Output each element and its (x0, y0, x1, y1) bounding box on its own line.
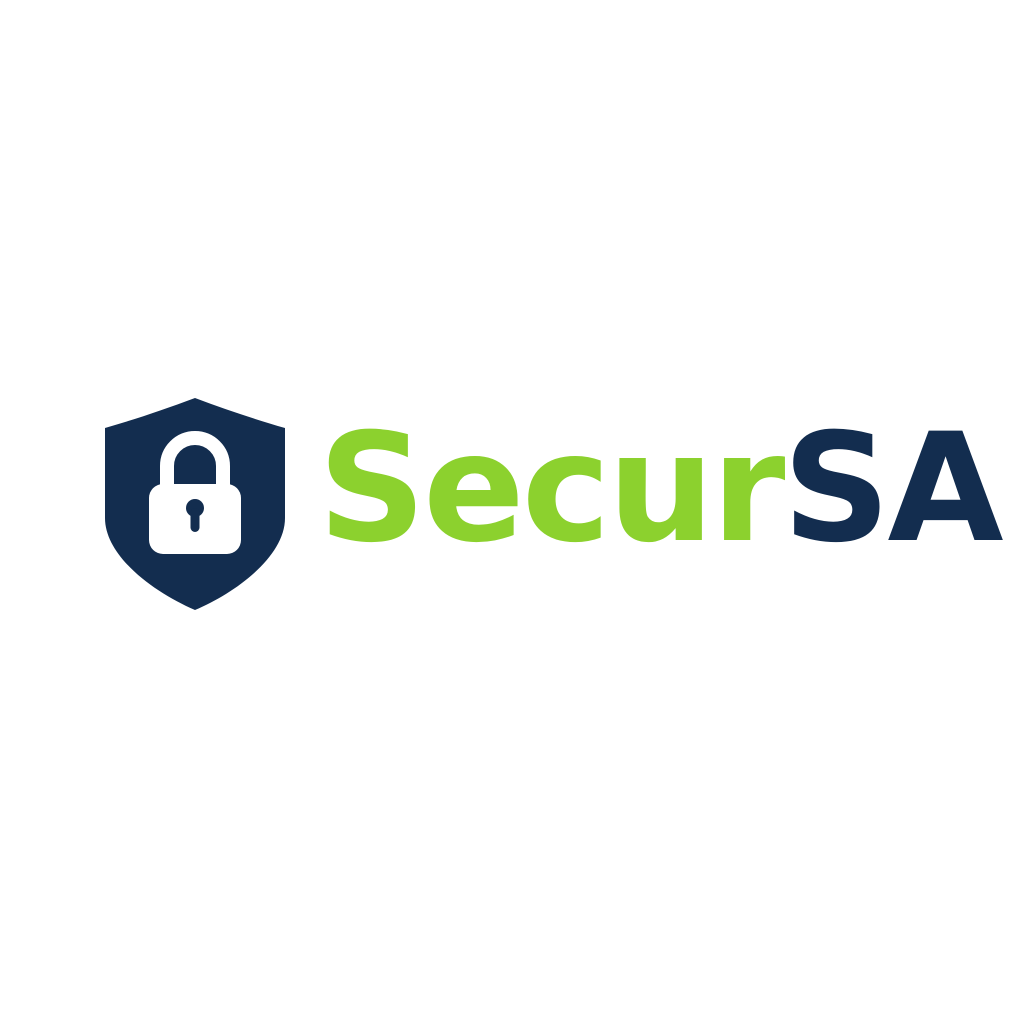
logo-canvas: SecurSA (0, 0, 1024, 1024)
securesa-logo: SecurSA (0, 0, 1024, 1024)
wordmark: SecurSA (318, 414, 1004, 564)
wordmark-secur: Secur (318, 402, 785, 576)
shield-lock-icon (105, 398, 285, 610)
wordmark-sa: SA (782, 402, 1003, 576)
keyhole-stem (190, 508, 200, 532)
